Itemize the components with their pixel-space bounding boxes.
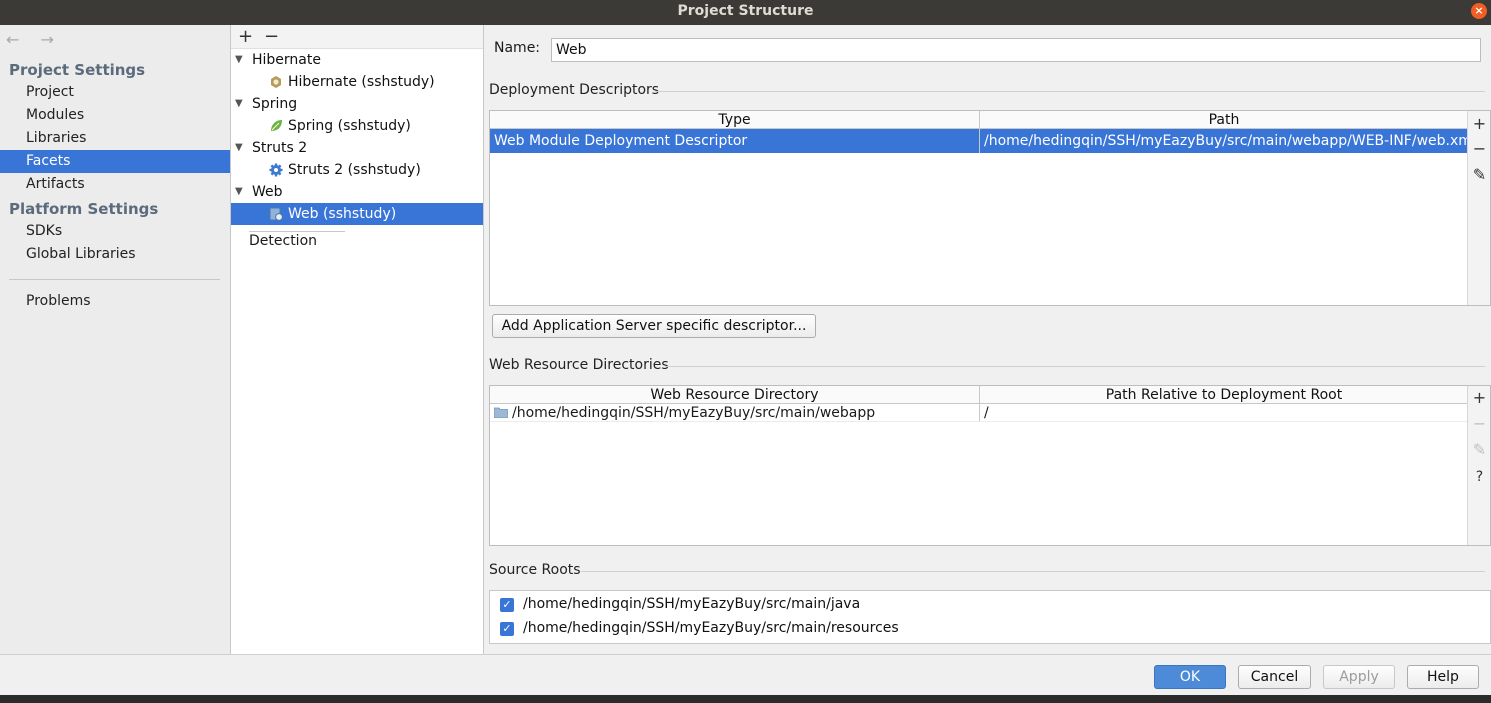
facet-tree-toolbar: + −: [231, 25, 483, 49]
sidebar-item-artifacts[interactable]: Artifacts: [0, 173, 230, 196]
expand-caret-icon[interactable]: ▼: [235, 181, 243, 203]
sidebar-divider: [9, 279, 220, 280]
web-resource-directories-heading: Web Resource Directories: [489, 357, 1485, 373]
section-divider: [665, 366, 1485, 367]
add-descriptor-icon[interactable]: +: [1468, 114, 1491, 134]
table-header: Type Path: [490, 111, 1468, 129]
settings-sidebar: ← → Project Settings Project Modules Lib…: [0, 25, 231, 654]
deployment-descriptors-table: Type Path Web Module Deployment Descript…: [489, 110, 1491, 306]
remove-resource-icon[interactable]: −: [1468, 414, 1491, 434]
sidebar-item-facets[interactable]: Facets: [0, 150, 230, 173]
edit-resource-icon[interactable]: ✎: [1468, 440, 1491, 460]
back-arrow-icon[interactable]: ←: [6, 30, 27, 49]
add-resource-icon[interactable]: +: [1468, 388, 1491, 408]
source-root-label-java: /home/hedingqin/SSH/myEazyBuy/src/main/j…: [523, 596, 861, 612]
resource-directory-cell: /home/hedingqin/SSH/myEazyBuy/src/main/w…: [490, 404, 979, 421]
column-header-relative-path[interactable]: Path Relative to Deployment Root: [979, 386, 1468, 404]
resource-table-toolbar: + − ✎ ?: [1467, 386, 1490, 545]
help-button[interactable]: Help: [1407, 665, 1479, 689]
gear-icon: [269, 163, 283, 177]
web-resource-directories-table: Web Resource Directory Path Relative to …: [489, 385, 1491, 546]
source-roots-list: ✓ /home/hedingqin/SSH/myEazyBuy/src/main…: [489, 590, 1491, 644]
tree-item-label: Struts 2 (sshstudy): [288, 162, 421, 178]
window-title: Project Structure: [677, 3, 814, 19]
detection-item[interactable]: Detection: [249, 231, 345, 249]
column-header-type[interactable]: Type: [490, 111, 979, 129]
tree-group-spring[interactable]: ▼ Spring: [231, 93, 483, 115]
facet-name-input[interactable]: Web: [551, 38, 1481, 62]
navigation-arrows: ← →: [6, 30, 62, 49]
column-header-path[interactable]: Path: [979, 111, 1468, 129]
tree-group-label: Spring: [252, 96, 298, 112]
add-server-descriptor-button[interactable]: Add Application Server specific descript…: [492, 314, 816, 338]
tree-group-hibernate[interactable]: ▼ Hibernate: [231, 49, 483, 71]
tree-item-label: Hibernate (sshstudy): [288, 74, 435, 90]
tree-group-struts2[interactable]: ▼ Struts 2: [231, 137, 483, 159]
tree-item-spring-sshstudy[interactable]: Spring (sshstudy): [231, 115, 483, 137]
platform-settings-heading: Platform Settings: [9, 200, 159, 218]
sidebar-item-sdks[interactable]: SDKs: [0, 220, 230, 243]
spring-leaf-icon: [271, 120, 282, 131]
deployment-descriptors-heading: Deployment Descriptors: [489, 82, 1485, 98]
forward-arrow-icon[interactable]: →: [41, 30, 62, 49]
section-divider: [581, 571, 1485, 572]
add-facet-button[interactable]: +: [238, 26, 253, 48]
edit-descriptor-icon[interactable]: ✎: [1468, 165, 1491, 185]
table-row[interactable]: /home/hedingqin/SSH/myEazyBuy/src/main/w…: [490, 404, 1468, 422]
facet-tree: + − ▼ Hibernate Hibernate (sshstudy) ▼ S…: [231, 25, 484, 654]
relative-path-cell: /: [979, 404, 1468, 421]
cancel-button[interactable]: Cancel: [1238, 665, 1311, 689]
help-icon[interactable]: ?: [1468, 467, 1491, 487]
ok-button[interactable]: OK: [1154, 665, 1226, 689]
source-roots-title: Source Roots: [489, 562, 581, 578]
descriptor-table-toolbar: + − ✎: [1467, 111, 1490, 305]
sidebar-item-project[interactable]: Project: [0, 81, 230, 104]
remove-facet-button[interactable]: −: [264, 26, 279, 48]
tree-item-label: Spring (sshstudy): [288, 118, 411, 134]
web-resource-directories-title: Web Resource Directories: [489, 357, 669, 373]
descriptor-type-cell: Web Module Deployment Descriptor: [494, 133, 748, 149]
sidebar-item-global-libraries[interactable]: Global Libraries: [0, 243, 230, 266]
tree-group-label: Hibernate: [252, 52, 321, 68]
tree-group-web[interactable]: ▼ Web: [231, 181, 483, 203]
tree-item-hibernate-sshstudy[interactable]: Hibernate (sshstudy): [231, 71, 483, 93]
table-row[interactable]: Web Module Deployment Descriptor /home/h…: [490, 129, 1468, 153]
source-root-label-resources: /home/hedingqin/SSH/myEazyBuy/src/main/r…: [523, 620, 899, 636]
close-window-button[interactable]: ×: [1471, 3, 1487, 19]
background-console-strip: [0, 695, 1491, 703]
title-bar: Project Structure ×: [0, 0, 1491, 25]
source-roots-heading: Source Roots: [489, 562, 1485, 578]
tree-group-label: Struts 2: [252, 140, 308, 156]
deployment-descriptors-title: Deployment Descriptors: [489, 82, 660, 98]
source-root-checkbox-resources[interactable]: ✓: [500, 622, 514, 636]
descriptor-path-cell: /home/hedingqin/SSH/myEazyBuy/src/main/w…: [979, 129, 1468, 153]
sidebar-item-modules[interactable]: Modules: [0, 104, 230, 127]
project-structure-dialog: ← → Project Settings Project Modules Lib…: [0, 25, 1491, 695]
sidebar-item-libraries[interactable]: Libraries: [0, 127, 230, 150]
tree-item-web-sshstudy[interactable]: Web (sshstudy): [231, 203, 483, 225]
name-label: Name:: [494, 40, 541, 56]
tree-group-label: Web: [252, 184, 283, 200]
apply-button[interactable]: Apply: [1323, 665, 1395, 689]
remove-descriptor-icon[interactable]: −: [1468, 139, 1491, 159]
tree-item-label: Web (sshstudy): [288, 206, 397, 222]
sidebar-item-problems[interactable]: Problems: [0, 290, 230, 313]
resource-directory-path: /home/hedingqin/SSH/myEazyBuy/src/main/w…: [512, 405, 876, 421]
facet-details-panel: Name: Web Deployment Descriptors Type Pa…: [484, 25, 1491, 654]
web-module-icon: [269, 207, 283, 221]
project-settings-heading: Project Settings: [9, 61, 146, 79]
tree-item-struts2-sshstudy[interactable]: Struts 2 (sshstudy): [231, 159, 483, 181]
folder-icon: [493, 407, 509, 419]
section-divider: [655, 91, 1485, 92]
source-root-checkbox-java[interactable]: ✓: [500, 598, 514, 612]
hibernate-icon: [271, 76, 281, 88]
expand-caret-icon[interactable]: ▼: [235, 49, 243, 71]
expand-caret-icon[interactable]: ▼: [235, 137, 243, 159]
dialog-footer: OK Cancel Apply Help: [0, 654, 1491, 695]
table-header: Web Resource Directory Path Relative to …: [490, 386, 1468, 404]
column-header-web-resource-directory[interactable]: Web Resource Directory: [490, 386, 979, 404]
expand-caret-icon[interactable]: ▼: [235, 93, 243, 115]
